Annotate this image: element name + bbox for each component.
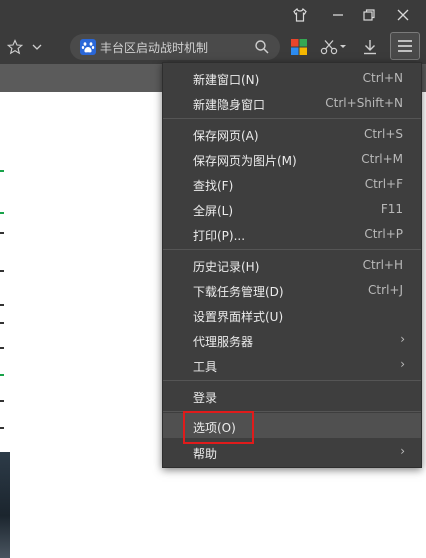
menu-item-history[interactable]: 历史记录(H) Ctrl+H xyxy=(163,252,421,277)
page-image-fragment xyxy=(0,452,10,558)
page-accent-mark xyxy=(0,374,4,376)
download-icon[interactable] xyxy=(360,36,380,58)
toolbar: 丰台区启动战时机制 xyxy=(0,30,426,64)
menu-item-new-incognito-window[interactable]: 新建隐身窗口 Ctrl+Shift+N xyxy=(163,90,421,115)
chevron-right-icon: › xyxy=(400,332,405,346)
apps-grid-icon[interactable] xyxy=(290,36,308,58)
browser-window: 丰台区启动战时机制 新建窗口(N) Ctrl+N 新建隐身窗口 Ctrl+Shi… xyxy=(0,0,426,558)
menu-item-login[interactable]: 登录 xyxy=(163,383,421,408)
menu-item-interface-style[interactable]: 设置界面样式(U) xyxy=(163,302,421,327)
page-accent-mark xyxy=(0,212,4,214)
menu-separator xyxy=(163,249,421,250)
star-icon[interactable] xyxy=(4,36,26,58)
menu-separator xyxy=(163,118,421,119)
page-text-fragment xyxy=(0,270,4,272)
shirt-icon[interactable] xyxy=(287,4,313,26)
chevron-right-icon: › xyxy=(400,357,405,371)
title-bar xyxy=(0,0,426,30)
baidu-paw-icon xyxy=(80,39,96,59)
page-text-fragment xyxy=(0,400,4,402)
close-icon[interactable] xyxy=(390,4,416,26)
chevron-right-icon: › xyxy=(400,444,405,458)
page-text-fragment xyxy=(0,322,4,324)
page-text-fragment xyxy=(0,347,4,349)
main-menu-dropdown: 新建窗口(N) Ctrl+N 新建隐身窗口 Ctrl+Shift+N 保存网页(A)… xyxy=(162,62,422,468)
menu-item-save-page[interactable]: 保存网页(A) Ctrl+S xyxy=(163,121,421,146)
page-text-fragment xyxy=(0,304,4,306)
baidu-jingyan-watermark: Bai 经验 jingyan.baidu.com xyxy=(305,512,397,548)
page-accent-mark xyxy=(0,170,4,172)
search-query-text: 丰台区启动战时机制 xyxy=(100,41,209,55)
menu-item-fullscreen[interactable]: 全屏(L) F11 xyxy=(163,196,421,221)
search-input[interactable]: 丰台区启动战时机制 xyxy=(70,34,280,60)
menu-separator xyxy=(163,380,421,381)
menu-item-tools[interactable]: 工具 › xyxy=(163,352,421,377)
chevron-down-icon[interactable] xyxy=(28,36,46,58)
menu-item-new-window[interactable]: 新建窗口(N) Ctrl+N xyxy=(163,65,421,90)
menu-item-save-page-as-image[interactable]: 保存网页为图片(M) Ctrl+M xyxy=(163,146,421,171)
web-page-content xyxy=(0,92,165,558)
menu-item-download-manager[interactable]: 下载任务管理(D) Ctrl+J xyxy=(163,277,421,302)
minimize-icon[interactable] xyxy=(325,4,351,26)
restore-icon[interactable] xyxy=(356,4,382,26)
menu-item-print[interactable]: 打印(P)... Ctrl+P xyxy=(163,221,421,246)
scissors-icon[interactable] xyxy=(318,36,348,58)
highlight-annotation-box xyxy=(183,411,254,444)
search-icon[interactable] xyxy=(254,39,270,59)
menu-item-proxy-server[interactable]: 代理服务器 › xyxy=(163,327,421,352)
menu-item-find[interactable]: 查找(F) Ctrl+F xyxy=(163,171,421,196)
hamburger-menu-icon[interactable] xyxy=(390,32,420,60)
page-text-fragment xyxy=(0,232,4,234)
page-text-fragment xyxy=(0,427,4,429)
